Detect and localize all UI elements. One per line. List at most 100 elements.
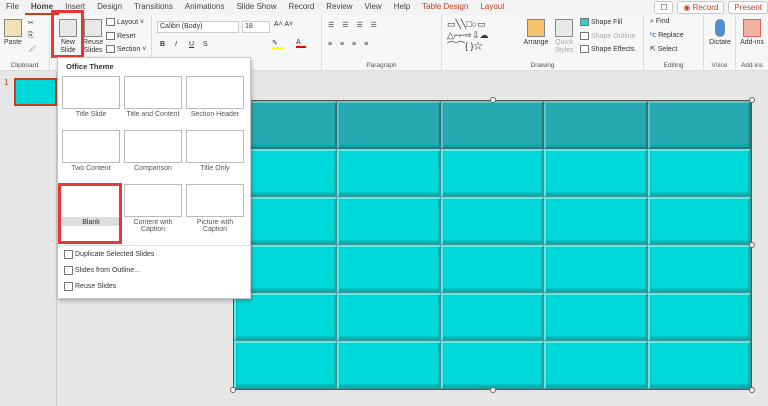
- reset-button[interactable]: Reset: [106, 32, 135, 40]
- tab-layout[interactable]: Layout: [474, 0, 510, 15]
- section-button[interactable]: Section ˅: [106, 45, 146, 53]
- table-cell[interactable]: [647, 341, 751, 389]
- table-cell[interactable]: [337, 341, 441, 389]
- duplicate-selected-slides[interactable]: Duplicate Selected Slides: [64, 250, 154, 259]
- layout-title-slide[interactable]: Title Slide: [62, 76, 120, 118]
- addins-icon: [743, 19, 761, 37]
- table-cell[interactable]: [234, 293, 338, 341]
- table-cell[interactable]: [337, 197, 441, 245]
- table-cell[interactable]: [647, 101, 751, 149]
- tab-file[interactable]: File: [0, 0, 25, 15]
- highlight-color-icon[interactable]: ✎: [272, 39, 284, 49]
- shape-fill-button[interactable]: Shape Fill: [580, 18, 622, 26]
- resize-handle[interactable]: [230, 387, 236, 393]
- new-slide-highlight: [51, 10, 84, 58]
- format-painter-icon[interactable]: 🖌: [28, 45, 37, 53]
- resize-handle[interactable]: [749, 97, 755, 103]
- slide-thumbnail[interactable]: [14, 78, 57, 106]
- paragraph-group: ☰ ☰ ☰ ☰ ≡ ≡ ≡ ≡ Paragraph: [322, 15, 442, 71]
- table-cell[interactable]: [647, 149, 751, 197]
- comments-button[interactable]: ☐: [654, 1, 674, 14]
- tab-table-design[interactable]: Table Design: [416, 0, 474, 15]
- underline-button[interactable]: U: [189, 41, 194, 48]
- table-cell[interactable]: [337, 293, 441, 341]
- list-icons[interactable]: ☰ ☰ ☰ ☰: [328, 21, 380, 29]
- align-icons[interactable]: ≡ ≡ ≡ ≡: [328, 41, 371, 48]
- tab-review[interactable]: Review: [320, 0, 358, 15]
- layout-title-and-content[interactable]: Title and Content: [124, 76, 182, 118]
- addins-button[interactable]: Add-ins: [738, 19, 766, 47]
- table-cell[interactable]: [440, 149, 545, 197]
- tab-design[interactable]: Design: [91, 0, 128, 15]
- table-cell[interactable]: [440, 245, 545, 293]
- reuse-slides[interactable]: Reuse Slides: [64, 282, 116, 291]
- table-cell[interactable]: [544, 293, 648, 341]
- select-button[interactable]: ⇱ Select: [650, 45, 677, 53]
- resize-handle[interactable]: [749, 387, 755, 393]
- copy-icon[interactable]: ⎘: [28, 32, 34, 40]
- font-size-select[interactable]: 18: [242, 21, 270, 33]
- table-cell[interactable]: [337, 245, 441, 293]
- shape-fill-icon: [580, 18, 589, 26]
- resize-handle[interactable]: [490, 387, 496, 393]
- font-name-select[interactable]: Calibri (Body): [157, 21, 239, 33]
- italic-button[interactable]: I: [175, 41, 177, 48]
- record-button[interactable]: ◉ Record: [677, 1, 725, 14]
- slides-from-outline[interactable]: Slides from Outline...: [64, 266, 140, 275]
- replace-button[interactable]: ᵇc Replace: [650, 32, 684, 39]
- tab-transitions[interactable]: Transitions: [128, 0, 179, 15]
- tab-record[interactable]: Record: [282, 0, 320, 15]
- layout-title-only[interactable]: Title Only: [186, 130, 244, 172]
- present-button[interactable]: Present: [728, 1, 768, 14]
- outline-icon: [64, 266, 73, 275]
- addins-group: Add-ins Add-ins: [736, 15, 768, 71]
- table-cell[interactable]: [440, 101, 545, 149]
- table-cell[interactable]: [544, 101, 648, 149]
- paste-button[interactable]: Paste: [3, 19, 23, 47]
- reuse-slides-button[interactable]: Reuse Slides: [83, 19, 103, 55]
- table-cell[interactable]: [647, 197, 751, 245]
- font-size-increase-icon[interactable]: A˄ A˅: [274, 21, 293, 28]
- tab-slide-show[interactable]: Slide Show: [230, 0, 282, 15]
- shape-outline-button[interactable]: Shape Outline: [580, 32, 635, 40]
- bold-button[interactable]: B: [160, 41, 165, 48]
- table-cell[interactable]: [440, 197, 545, 245]
- table-cell[interactable]: [234, 341, 338, 389]
- quick-styles-button[interactable]: Quick Styles: [550, 19, 578, 55]
- paragraph-label: Paragraph: [366, 62, 397, 69]
- layout-comparison[interactable]: Comparison: [124, 130, 182, 172]
- slide-table[interactable]: [233, 100, 752, 390]
- layout-button[interactable]: Layout ˅: [106, 18, 144, 26]
- tab-animations[interactable]: Animations: [179, 0, 231, 15]
- table-cell[interactable]: [544, 245, 648, 293]
- table-cell[interactable]: [544, 149, 648, 197]
- table-cell[interactable]: [647, 293, 751, 341]
- paste-icon: [4, 19, 22, 37]
- shape-effects-button[interactable]: Shape Effects: [580, 45, 634, 53]
- cursor-icon: ⇱: [650, 46, 658, 53]
- layout-two-content[interactable]: Two Content: [62, 130, 120, 172]
- table-cell[interactable]: [440, 341, 545, 389]
- dictate-button[interactable]: Dictate: [706, 19, 734, 47]
- layout-preview: [186, 184, 244, 217]
- resize-handle[interactable]: [490, 97, 496, 103]
- layout-preview: [186, 130, 244, 163]
- tab-help[interactable]: Help: [388, 0, 416, 15]
- table-cell[interactable]: [440, 293, 545, 341]
- table-cell[interactable]: [337, 101, 441, 149]
- cut-icon[interactable]: ✂: [28, 19, 34, 27]
- arrange-button[interactable]: Arrange: [522, 19, 550, 47]
- tab-view[interactable]: View: [359, 0, 388, 15]
- table-cell[interactable]: [544, 341, 648, 389]
- find-button[interactable]: ⌕ Find: [650, 18, 670, 26]
- shapes-gallery[interactable]: ▭╲╲□○▭ △⌐⌐⇨⇩☁ ⌒⌒{ }☆: [447, 19, 515, 52]
- layout-content-with-caption[interactable]: Content with Caption: [124, 184, 182, 233]
- layout-picture-with-caption[interactable]: Picture with Caption: [186, 184, 244, 233]
- font-color-icon[interactable]: A: [296, 39, 306, 48]
- shadow-button[interactable]: S: [203, 41, 208, 48]
- table-cell[interactable]: [544, 197, 648, 245]
- table-cell[interactable]: [647, 245, 751, 293]
- table-cell[interactable]: [337, 149, 441, 197]
- resize-handle[interactable]: [749, 242, 755, 248]
- layout-section-header[interactable]: Section Header: [186, 76, 244, 118]
